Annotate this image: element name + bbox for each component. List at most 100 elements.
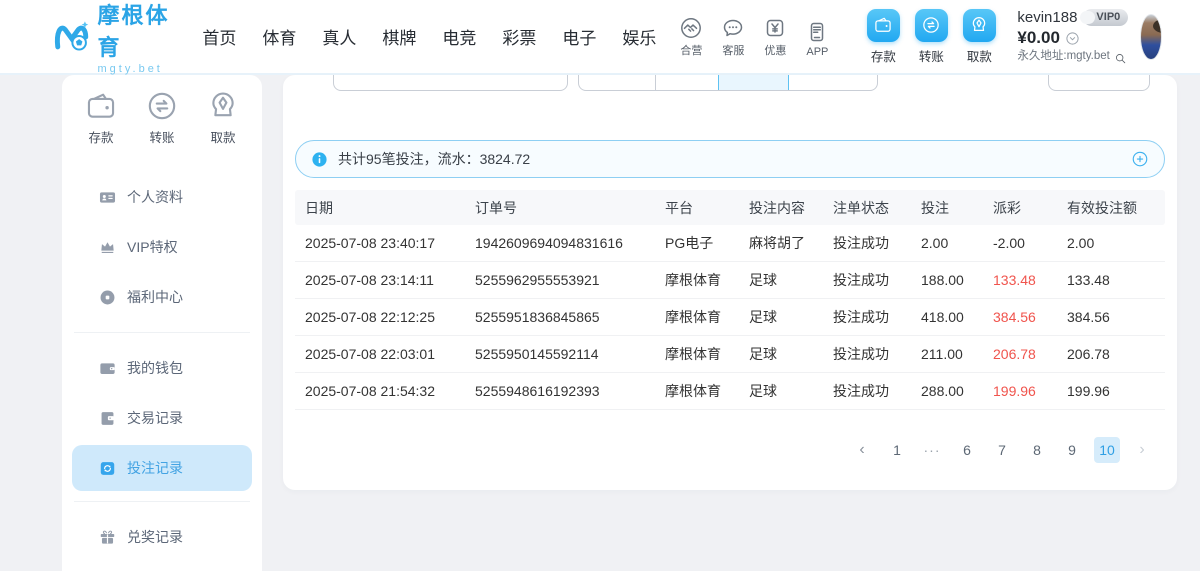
table-row: 2025-07-08 22:12:255255951836845865摩根体育足… <box>295 299 1165 336</box>
sidebar-item-兑奖记录[interactable]: 兑奖记录 <box>62 512 262 562</box>
page-10[interactable]: 10 <box>1094 437 1120 463</box>
quick-优惠[interactable]: 优惠 <box>755 16 795 58</box>
nav-item-电竞[interactable]: 电竞 <box>429 16 489 57</box>
wallet2-icon <box>98 359 117 378</box>
search-icon[interactable] <box>1114 51 1127 64</box>
page-1[interactable]: 1 <box>884 437 910 463</box>
action-label: 存款 <box>871 46 896 65</box>
td-date: 2025-07-08 21:54:32 <box>295 383 465 399</box>
sidebar-item-label: 我的钱包 <box>127 358 183 378</box>
td-content: 足球 <box>739 270 823 290</box>
td-platform: 摩根体育 <box>655 381 739 401</box>
sidebar-item-投注记录[interactable]: 投注记录 <box>72 445 252 491</box>
td-payout: 206.78 <box>983 346 1057 362</box>
sidebar-action-存款[interactable]: 存款 <box>84 89 118 146</box>
td-payout: 133.48 <box>983 272 1057 288</box>
yuan-icon <box>763 16 787 40</box>
bets-table: 日期订单号平台投注内容注单状态投注派彩有效投注额 2025-07-08 23:4… <box>295 190 1165 410</box>
table-row: 2025-07-08 21:54:325255948616192393摩根体育足… <box>295 373 1165 410</box>
filter-bar-clipped <box>283 75 1177 93</box>
th-bet: 投注 <box>911 198 983 218</box>
sidebar-action-转账[interactable]: 转账 <box>145 89 179 146</box>
gift-icon <box>98 528 117 547</box>
wallet-icon <box>84 89 118 123</box>
withdraw-box <box>963 9 996 42</box>
nav-item-棋牌[interactable]: 棋牌 <box>369 16 429 57</box>
td-valid: 2.00 <box>1057 235 1165 251</box>
td-bet: 188.00 <box>911 272 983 288</box>
brand-logo[interactable]: 摩根体育 mgty.bet <box>52 0 173 75</box>
td-status: 投注成功 <box>823 381 911 401</box>
quick-合营[interactable]: 合营 <box>671 16 711 58</box>
withdraw-icon <box>206 89 240 123</box>
sidebar-item-交易记录[interactable]: 交易记录 <box>62 393 262 443</box>
page-7[interactable]: 7 <box>989 437 1015 463</box>
header-action-取款[interactable]: 取款 <box>955 9 1003 65</box>
page-6[interactable]: 6 <box>954 437 980 463</box>
sidebar-item-个人资料[interactable]: 个人资料 <box>62 172 262 222</box>
header-action-存款[interactable]: 存款 <box>859 9 907 65</box>
nav-item-彩票[interactable]: 彩票 <box>489 16 549 57</box>
reset-button[interactable] <box>1048 75 1150 91</box>
table-row: 2025-07-08 23:14:115255962955553921摩根体育足… <box>295 262 1165 299</box>
quick-客服[interactable]: 客服 <box>713 16 753 58</box>
page-ellipsis[interactable]: ··· <box>919 437 945 463</box>
sidebar-action-label: 转账 <box>149 127 174 146</box>
td-payout: -2.00 <box>983 235 1057 251</box>
plus-circle-icon[interactable] <box>1131 150 1149 168</box>
idcard-icon <box>98 188 117 207</box>
action-label: 转账 <box>919 46 944 65</box>
page-8[interactable]: 8 <box>1024 437 1050 463</box>
td-order: 5255962955553921 <box>465 272 655 288</box>
td-valid: 384.56 <box>1057 309 1165 325</box>
quick-APP[interactable]: APP <box>797 20 837 58</box>
sidebar-item-label: 福利中心 <box>127 287 183 307</box>
pagination: ‹ 1 ··· 6789 10 › <box>283 437 1177 463</box>
th-content: 投注内容 <box>739 198 823 218</box>
sidebar-item-福利中心[interactable]: 福利中心 <box>62 272 262 322</box>
header-wallet-actions: 存款 转账取款 <box>859 9 1003 65</box>
page-prev[interactable]: ‹ <box>849 437 875 463</box>
nav-item-首页[interactable]: 首页 <box>189 16 249 57</box>
date-range-input[interactable] <box>333 75 568 91</box>
chat-icon <box>721 16 745 40</box>
page-9[interactable]: 9 <box>1059 437 1085 463</box>
nav-item-真人[interactable]: 真人 <box>309 16 369 57</box>
nav-item-电子[interactable]: 电子 <box>549 16 609 57</box>
brand-name: 摩根体育 <box>98 0 174 62</box>
th-status: 注单状态 <box>823 198 911 218</box>
td-valid: 206.78 <box>1057 346 1165 362</box>
th-platform: 平台 <box>655 198 739 218</box>
search-button[interactable] <box>935 75 1040 91</box>
header-action-转账[interactable]: 转账 <box>907 9 955 65</box>
chevron-down-icon[interactable] <box>1065 31 1080 46</box>
table-row: 2025-07-08 23:40:171942609694094831616PG… <box>295 225 1165 262</box>
avatar[interactable] <box>1140 14 1162 60</box>
page-next[interactable]: › <box>1129 437 1155 463</box>
td-payout: 384.56 <box>983 309 1057 325</box>
sidebar-wallet-actions: 存款 转账 取款 <box>62 75 262 146</box>
td-content: 足球 <box>739 381 823 401</box>
th-valid: 有效投注额 <box>1057 198 1165 218</box>
sidebar-action-取款[interactable]: 取款 <box>206 89 240 146</box>
top-header: 摩根体育 mgty.bet 首页体育真人棋牌电竞彩票电子娱乐 合营客服优惠APP… <box>0 0 1200 75</box>
td-status: 投注成功 <box>823 344 911 364</box>
segment-2[interactable] <box>655 75 718 90</box>
td-bet: 418.00 <box>911 309 983 325</box>
td-content: 麻将胡了 <box>739 233 823 253</box>
table-header-row: 日期订单号平台投注内容注单状态投注派彩有效投注额 <box>295 190 1165 225</box>
nav-item-体育[interactable]: 体育 <box>249 16 309 57</box>
segment-4[interactable] <box>788 75 877 90</box>
td-date: 2025-07-08 23:14:11 <box>295 272 465 288</box>
sidebar-item-VIP特权[interactable]: VIP特权 <box>62 222 262 272</box>
sidebar-item-label: 投注记录 <box>127 458 183 478</box>
segment-1[interactable] <box>579 75 655 90</box>
brand-logo-icon <box>52 13 92 61</box>
nav-item-娱乐[interactable]: 娱乐 <box>609 16 669 57</box>
td-bet: 288.00 <box>911 383 983 399</box>
sidebar-action-label: 存款 <box>88 127 113 146</box>
sidebar-item-我的钱包[interactable]: 我的钱包 <box>62 343 262 393</box>
crown-icon <box>98 238 117 257</box>
segment-3-selected[interactable] <box>718 75 788 90</box>
td-payout: 199.96 <box>983 383 1057 399</box>
